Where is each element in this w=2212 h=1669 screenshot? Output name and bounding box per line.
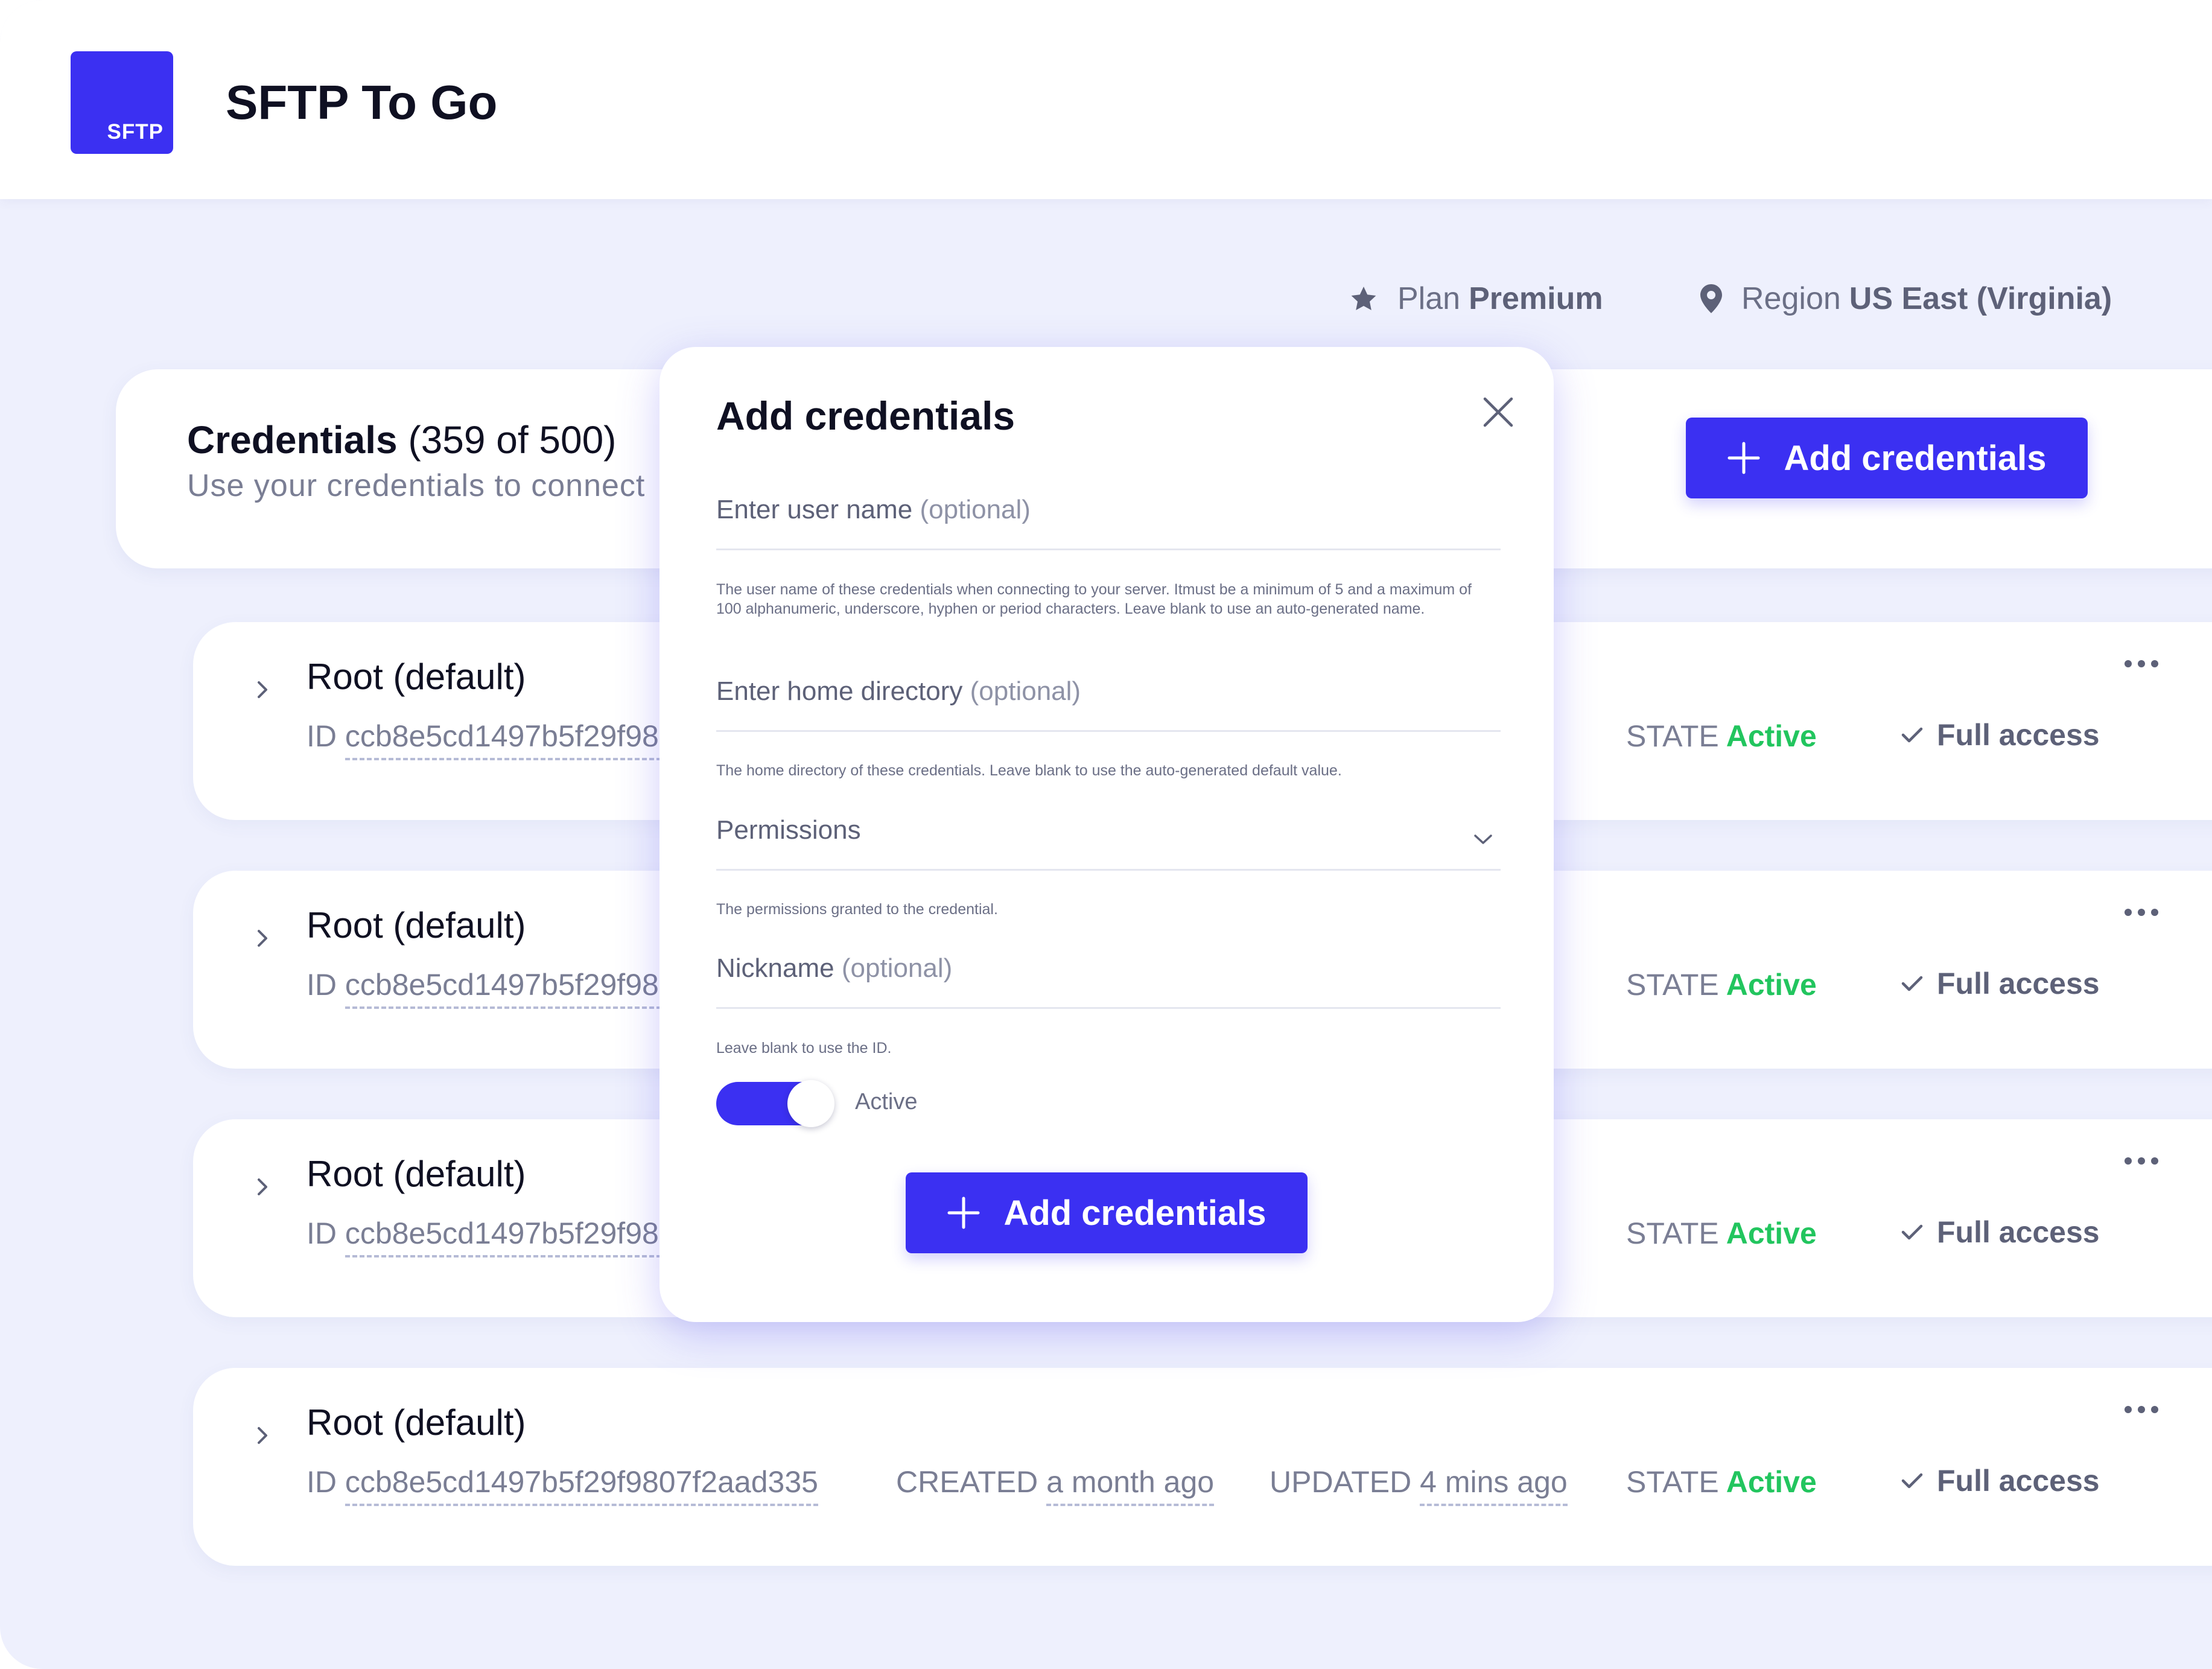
credential-access: Full access — [1901, 717, 2100, 752]
credential-name: Root (default) — [307, 1154, 526, 1194]
add-credentials-button[interactable]: Add credentials — [1686, 418, 2088, 498]
sftp-logo[interactable]: SFTP — [71, 51, 173, 154]
credential-id-value[interactable]: ccb8e5cd1497b5f29f980 — [345, 1216, 676, 1257]
credential-state: STATE Active — [1626, 968, 1817, 1002]
credential-created: CREATED a month ago — [896, 1464, 1215, 1506]
plus-icon — [947, 1197, 980, 1229]
logo-text: SFTP — [107, 120, 164, 144]
credentials-title: Credentials (359 of 500) — [187, 418, 616, 462]
add-credentials-label: Add credentials — [1784, 438, 2047, 478]
permissions-select[interactable]: Permissions — [716, 815, 1501, 871]
nickname-input[interactable]: Nickname (optional) — [716, 953, 1501, 1009]
plus-icon — [1727, 442, 1760, 474]
credential-state: STATE Active — [1626, 1216, 1817, 1250]
check-icon — [1901, 976, 1923, 991]
state-active-badge: Active — [1726, 719, 1817, 753]
chevron-right-icon[interactable] — [253, 1175, 272, 1199]
star-icon — [1351, 287, 1376, 310]
region-label: Region — [1741, 281, 1841, 316]
home-directory-help: The home directory of these credentials.… — [716, 762, 1342, 779]
state-active-badge: Active — [1726, 1216, 1817, 1250]
plan-label: Plan — [1397, 281, 1461, 316]
credential-state: STATE Active — [1626, 719, 1817, 753]
close-icon[interactable] — [1480, 394, 1516, 430]
credential-id-value[interactable]: ccb8e5cd1497b5f29f980 — [345, 719, 676, 760]
more-dots-icon[interactable] — [2124, 1405, 2159, 1414]
updated-value[interactable]: 4 mins ago — [1420, 1465, 1568, 1506]
credential-name: Root (default) — [307, 905, 526, 946]
toggle-knob — [787, 1080, 834, 1127]
credential-access: Full access — [1901, 1215, 2100, 1250]
chevron-right-icon[interactable] — [253, 678, 272, 702]
credential-row[interactable]: Root (default) ID ccb8e5cd1497b5f29f9807… — [193, 1368, 2212, 1566]
username-input[interactable]: Enter user name (optional) — [716, 495, 1501, 550]
more-dots-icon[interactable] — [2124, 660, 2159, 668]
credential-name: Root (default) — [307, 1402, 526, 1443]
state-active-badge: Active — [1726, 968, 1817, 1002]
home-directory-input[interactable]: Enter home directory (optional) — [716, 676, 1501, 732]
credential-id-value[interactable]: ccb8e5cd1497b5f29f980 — [345, 968, 676, 1009]
top-bar: SFTP SFTP To Go — [0, 0, 2212, 199]
region-value: US East (Virginia) — [1849, 281, 2112, 316]
credential-state: STATE Active — [1626, 1465, 1817, 1499]
chevron-right-icon[interactable] — [253, 926, 272, 950]
submit-label: Add credentials — [1003, 1193, 1266, 1233]
username-help: The user name of these credentials when … — [716, 581, 1472, 617]
credentials-count: (359 of 500) — [408, 418, 617, 462]
chevron-down-icon[interactable] — [1473, 833, 1493, 846]
credentials-title-text: Credentials — [187, 418, 398, 462]
credential-id: ID ccb8e5cd1497b5f29f980 — [307, 967, 676, 1009]
plan-value: Premium — [1469, 281, 1603, 316]
active-toggle[interactable] — [716, 1080, 834, 1127]
submit-add-credentials-button[interactable]: Add credentials — [906, 1172, 1308, 1253]
credential-id: ID ccb8e5cd1497b5f29f9807f2aad335 — [307, 1464, 818, 1506]
active-toggle-label: Active — [855, 1089, 918, 1114]
modal-title: Add credentials — [716, 393, 1015, 438]
more-dots-icon[interactable] — [2124, 908, 2159, 917]
credential-name: Root (default) — [307, 656, 526, 697]
more-dots-icon[interactable] — [2124, 1157, 2159, 1165]
check-icon — [1901, 1224, 1923, 1240]
credential-access: Full access — [1901, 966, 2100, 1001]
nickname-help: Leave blank to use the ID. — [716, 1040, 892, 1057]
add-credentials-modal: Add credentials Enter user name (optiona… — [659, 347, 1554, 1322]
chevron-right-icon[interactable] — [253, 1423, 272, 1448]
plan-info: Plan Premium — [1349, 281, 1603, 317]
check-icon — [1901, 1473, 1923, 1489]
credential-id: ID ccb8e5cd1497b5f29f980 — [307, 719, 676, 760]
credentials-subtitle: Use your credentials to connect — [187, 468, 646, 503]
check-icon — [1901, 727, 1923, 743]
app-window: SFTP SFTP To Go Plan Premium Region US E… — [0, 0, 2212, 1669]
region-info: Region US East (Virginia) — [1700, 281, 2112, 317]
credential-access: Full access — [1901, 1463, 2100, 1498]
permissions-help: The permissions granted to the credentia… — [716, 901, 998, 918]
credential-updated: UPDATED 4 mins ago — [1270, 1464, 1568, 1506]
app-title: SFTP To Go — [226, 75, 498, 129]
map-pin-icon — [1700, 284, 1722, 313]
state-active-badge: Active — [1726, 1465, 1817, 1499]
credential-id: ID ccb8e5cd1497b5f29f980 — [307, 1216, 676, 1257]
credential-id-value[interactable]: ccb8e5cd1497b5f29f9807f2aad335 — [345, 1465, 818, 1506]
created-value[interactable]: a month ago — [1046, 1465, 1215, 1506]
